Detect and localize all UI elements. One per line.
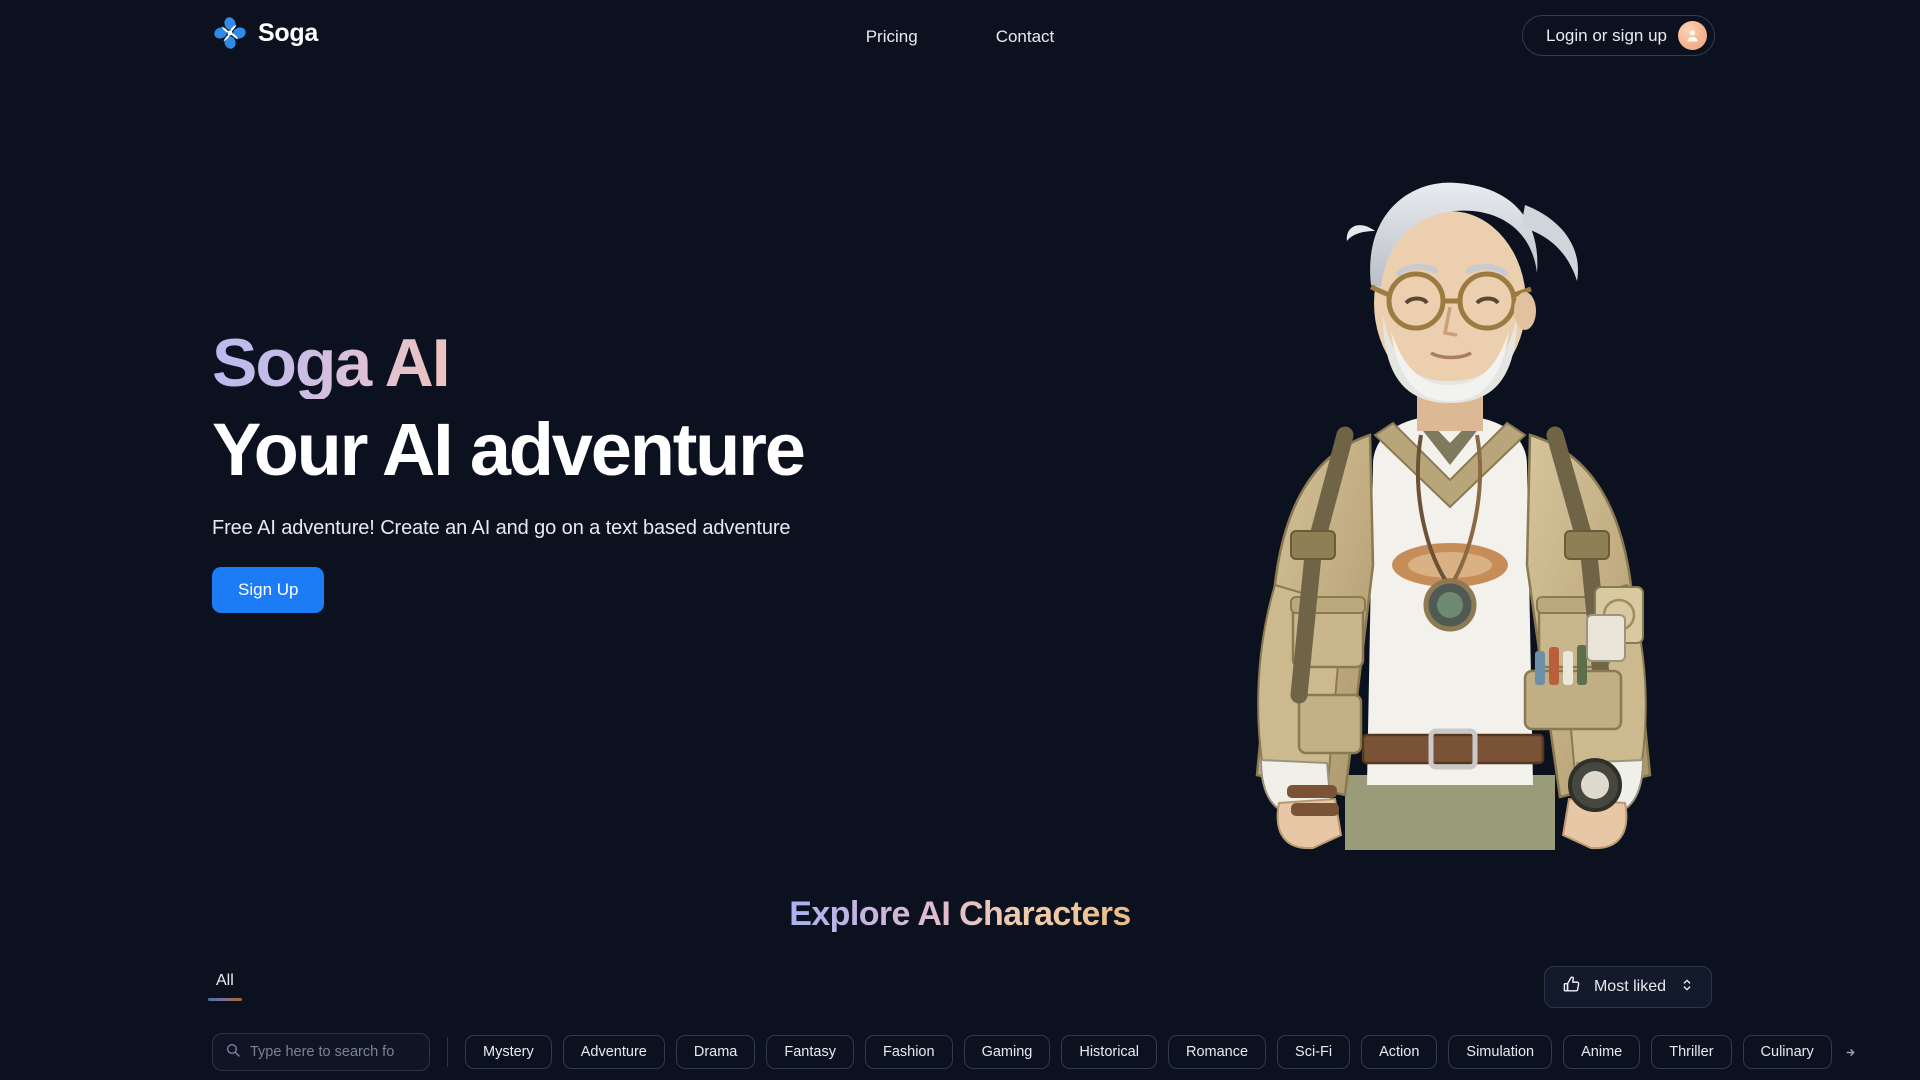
category-chip[interactable]: Gaming — [963, 1035, 1051, 1069]
chevron-up-down-icon — [1679, 977, 1695, 998]
sort-dropdown[interactable]: Most liked — [1543, 966, 1712, 1008]
category-chip[interactable]: Mystery — [465, 1035, 552, 1069]
category-chip[interactable]: Action — [1361, 1035, 1438, 1069]
login-signup-label: Login or sign up — [1546, 25, 1667, 45]
category-chip[interactable]: Historical — [1061, 1035, 1157, 1069]
arrow-right-icon[interactable] — [1844, 1046, 1857, 1059]
category-tabs: All — [208, 972, 1712, 1018]
user-avatar-icon — [1678, 21, 1707, 50]
sort-dropdown-label: Most liked — [1593, 978, 1666, 995]
search-icon — [225, 1042, 241, 1063]
category-chip[interactable]: Adventure — [562, 1035, 665, 1069]
sign-up-button[interactable]: Sign Up — [212, 567, 325, 614]
search-input[interactable] — [250, 1044, 417, 1060]
hero-section: Soga AI Your AI adventure Free AI advent… — [0, 73, 1920, 863]
category-chip[interactable]: Anime — [1563, 1035, 1641, 1069]
filter-divider — [447, 1037, 448, 1067]
explore-section-title: Explore AI Characters — [0, 895, 1920, 934]
tab-all[interactable]: All — [208, 972, 242, 1001]
category-chip[interactable]: Romance — [1167, 1035, 1267, 1069]
thumbs-up-icon — [1562, 975, 1581, 999]
nav-link-contact[interactable]: Contact — [996, 27, 1055, 47]
login-signup-button[interactable]: Login or sign up — [1522, 15, 1715, 56]
hero-eyebrow-wrapper: Soga AI — [212, 325, 1012, 401]
brand-logo[interactable]: Soga — [213, 16, 318, 50]
category-chip-list: Mystery Adventure Drama Fantasy Fashion … — [465, 1035, 1832, 1069]
hero-title: Your AI adventure — [212, 408, 806, 492]
category-chip[interactable]: Thriller — [1651, 1035, 1732, 1069]
brand-name: Soga — [258, 18, 318, 47]
category-chip[interactable]: Fashion — [864, 1035, 953, 1069]
site-header: Soga Pricing Contact Login or sign up — [0, 0, 1920, 73]
category-chip[interactable]: Simulation — [1448, 1035, 1553, 1069]
nav-link-pricing[interactable]: Pricing — [866, 27, 918, 47]
category-filter-row: Mystery Adventure Drama Fantasy Fashion … — [212, 1030, 1912, 1074]
hero-character-illustration — [1195, 135, 1705, 850]
search-box[interactable] — [212, 1033, 430, 1071]
soga-flower-logo-icon — [213, 16, 247, 50]
landing-page: Soga Pricing Contact Login or sign up So… — [0, 0, 1920, 1080]
hero-subtitle: Free AI adventure! Create an AI and go o… — [212, 517, 791, 540]
category-chip[interactable]: Fantasy — [766, 1035, 854, 1069]
category-chip[interactable]: Sci-Fi — [1277, 1035, 1351, 1069]
category-chip[interactable]: Drama — [675, 1035, 756, 1069]
explore-section-title-text: Explore AI Characters — [789, 895, 1131, 933]
hero-copy: Soga AI Your AI adventure Free AI advent… — [212, 325, 1012, 614]
category-chip[interactable]: Culinary — [1742, 1035, 1832, 1069]
hero-eyebrow: Soga AI — [212, 325, 451, 401]
